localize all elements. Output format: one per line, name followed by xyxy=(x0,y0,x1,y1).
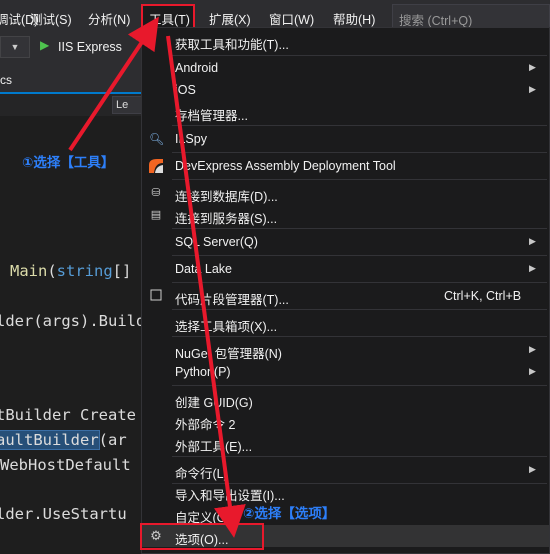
menu-test[interactable]: 测试(S) xyxy=(30,9,72,28)
code-line: lder.UseStartu xyxy=(0,505,127,523)
menu-item-options[interactable]: ⚙ 选项(O)... xyxy=(140,523,549,550)
menu-item-sql-server[interactable]: SQL Server(Q) ▶ xyxy=(142,231,549,253)
menu-extensions[interactable]: 扩展(X) xyxy=(209,9,251,28)
play-icon[interactable]: ▶ xyxy=(40,38,49,52)
menu-item-archive-manager[interactable]: 存档管理器... xyxy=(142,101,549,123)
code-line: tBuilder Create xyxy=(0,406,136,424)
search-box[interactable]: 搜索 (Ctrl+Q) xyxy=(392,4,550,29)
menu-item-label: DevExpress Assembly Deployment Tool xyxy=(175,159,396,173)
menu-item-choose-toolbox[interactable]: 选择工具箱项(X)... xyxy=(142,312,549,334)
code-token: string xyxy=(56,262,113,280)
menu-item-label: 获取工具和功能(T)... xyxy=(175,38,289,52)
code-token: WebHostDefault xyxy=(0,456,131,474)
menu-item-external-command[interactable]: 外部命令 2 xyxy=(142,410,549,432)
submenu-arrow-icon: ▶ xyxy=(529,62,536,72)
code-token: aultBuilder xyxy=(0,430,100,450)
snippet-icon xyxy=(149,289,163,303)
code-line: aultBuilder(ar xyxy=(0,430,127,450)
menu-item-get-tools[interactable]: 获取工具和功能(T)... xyxy=(142,30,549,52)
code-line: WebHostDefault xyxy=(0,456,131,474)
database-connect-icon: ⛁ xyxy=(151,187,161,199)
menu-item-label: 选项(O)... xyxy=(175,533,229,547)
menu-item-python[interactable]: Python(P) ▶ xyxy=(142,361,549,383)
menu-analyze[interactable]: 分析(N) xyxy=(88,9,130,28)
menu-item-label: 外部工具(E)... xyxy=(175,440,253,454)
menu-item-label: iOS xyxy=(175,83,196,97)
menu-separator xyxy=(172,309,547,310)
code-line: lder(args).Build xyxy=(0,312,145,330)
menu-item-label: Data Lake xyxy=(175,262,232,276)
code-token: lder.UseStartu xyxy=(0,505,127,523)
menu-item-import-export[interactable]: 导入和导出设置(I)... xyxy=(142,481,549,503)
code-token: lder(args).Build xyxy=(0,312,146,330)
menu-separator xyxy=(172,125,547,126)
ilspy-icon: 🔍︎ xyxy=(149,132,165,146)
submenu-arrow-icon: ▶ xyxy=(529,236,536,246)
code-token: (ar xyxy=(98,431,127,449)
menu-item-label: 代码片段管理器(T)... xyxy=(175,293,289,307)
menu-separator xyxy=(172,385,547,386)
menu-separator xyxy=(172,152,547,153)
code-token: [] xyxy=(112,262,132,280)
submenu-arrow-icon: ▶ xyxy=(529,263,536,273)
menu-item-label: 选择工具箱项(X)... xyxy=(175,320,278,334)
menu-item-label: SQL Server(Q) xyxy=(175,235,258,249)
submenu-arrow-icon: ▶ xyxy=(529,84,536,94)
gear-icon: ⚙ xyxy=(150,528,162,543)
submenu-arrow-icon: ▶ xyxy=(529,344,536,354)
menu-item-label: 外部命令 2 xyxy=(175,418,236,432)
menu-item-label: ILSpy xyxy=(175,132,207,146)
menu-item-label: 命令行(L) xyxy=(175,467,228,481)
menu-item-command-line[interactable]: 命令行(L) ▶ xyxy=(142,459,549,481)
menu-item-snippet-manager[interactable]: 代码片段管理器(T)... Ctrl+K, Ctrl+B xyxy=(142,285,549,307)
menu-item-create-guid[interactable]: 创建 GUID(G) xyxy=(142,388,549,410)
menu-item-customize[interactable]: 自定义(C)... xyxy=(142,503,549,525)
menu-item-android[interactable]: Android ▶ xyxy=(142,57,549,79)
menu-item-label: Python(P) xyxy=(175,365,231,379)
menu-help[interactable]: 帮助(H) xyxy=(333,9,375,28)
menu-separator xyxy=(172,55,547,56)
menu-item-label: NuGet 包管理器(N) xyxy=(175,347,282,361)
menu-separator xyxy=(172,255,547,256)
code-token: Main xyxy=(10,262,48,280)
menu-separator xyxy=(172,336,547,337)
menu-item-shortcut: Ctrl+K, Ctrl+B xyxy=(444,289,522,303)
config-dropdown[interactable]: ▼ xyxy=(0,36,30,58)
tools-dropdown-menu: 获取工具和功能(T)... Android ▶ iOS ▶ 存档管理器... 🔍︎ I… xyxy=(140,27,550,554)
menu-separator xyxy=(172,179,547,180)
menu-separator xyxy=(172,228,547,229)
code-line: Main(string[] xyxy=(10,262,131,280)
devexpress-icon xyxy=(149,159,163,173)
menu-separator xyxy=(172,282,547,283)
menu-window[interactable]: 窗口(W) xyxy=(269,9,314,28)
run-target-button[interactable]: IIS Express xyxy=(58,40,122,54)
submenu-arrow-icon: ▶ xyxy=(529,366,536,376)
member-combo[interactable]: Le xyxy=(112,96,142,114)
menu-item-label: 连接到服务器(S)... xyxy=(175,212,278,226)
menu-item-label: Android xyxy=(175,61,219,75)
menu-separator xyxy=(172,456,547,457)
document-tab[interactable]: cs xyxy=(0,73,12,87)
submenu-arrow-icon: ▶ xyxy=(529,464,536,474)
menu-item-connect-server[interactable]: ▤ 连接到服务器(S)... xyxy=(142,204,549,226)
annotation-step1: ①选择【工具】 xyxy=(22,155,115,170)
code-token: ( xyxy=(47,262,57,280)
menu-item-ios[interactable]: iOS ▶ xyxy=(142,79,549,101)
menu-item-label: 创建 GUID(G) xyxy=(175,396,253,410)
menu-item-nuget[interactable]: NuGet 包管理器(N) ▶ xyxy=(142,339,549,361)
server-connect-icon: ▤ xyxy=(150,209,162,221)
menu-tools[interactable]: 工具(T) xyxy=(149,9,190,28)
menu-item-connect-database[interactable]: ⛁ 连接到数据库(D)... xyxy=(142,182,549,204)
menu-item-ilspy[interactable]: 🔍︎ ILSpy xyxy=(142,128,549,150)
annotation-step2: ②选择【选项】 xyxy=(243,506,336,521)
menu-item-external-tools[interactable]: 外部工具(E)... xyxy=(142,432,549,454)
menu-item-label: 连接到数据库(D)... xyxy=(175,190,278,204)
menu-item-label: 存档管理器... xyxy=(175,109,248,123)
menu-item-data-lake[interactable]: Data Lake ▶ xyxy=(142,258,549,280)
code-token: tBuilder Create xyxy=(0,406,136,424)
menu-item-devexpress[interactable]: DevExpress Assembly Deployment Tool xyxy=(142,155,549,177)
